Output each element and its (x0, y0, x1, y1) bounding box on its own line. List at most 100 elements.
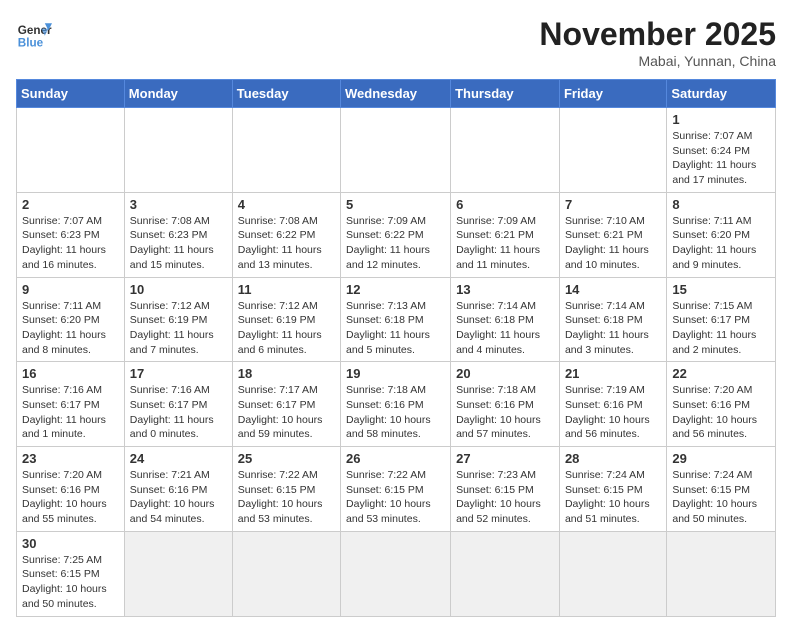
logo: General Blue (16, 16, 52, 52)
sun-info: Sunrise: 7:07 AM Sunset: 6:23 PM Dayligh… (22, 214, 119, 273)
sun-info: Sunrise: 7:21 AM Sunset: 6:16 PM Dayligh… (130, 468, 227, 527)
calendar-header-row: SundayMondayTuesdayWednesdayThursdayFrid… (17, 80, 776, 108)
day-header-thursday: Thursday (451, 80, 560, 108)
day-number: 24 (130, 451, 227, 466)
calendar-cell: 25 Sunrise: 7:22 AM Sunset: 6:15 PM Dayli… (232, 447, 340, 532)
logo-icon: General Blue (16, 16, 52, 52)
day-number: 27 (456, 451, 554, 466)
sun-info: Sunrise: 7:17 AM Sunset: 6:17 PM Dayligh… (238, 383, 335, 442)
sun-info: Sunrise: 7:14 AM Sunset: 6:18 PM Dayligh… (565, 299, 661, 358)
day-number: 8 (672, 197, 770, 212)
day-header-tuesday: Tuesday (232, 80, 340, 108)
sun-info: Sunrise: 7:19 AM Sunset: 6:16 PM Dayligh… (565, 383, 661, 442)
calendar-cell: 2 Sunrise: 7:07 AM Sunset: 6:23 PM Daylig… (17, 192, 125, 277)
calendar-week-row: 9 Sunrise: 7:11 AM Sunset: 6:20 PM Daylig… (17, 277, 776, 362)
day-header-wednesday: Wednesday (341, 80, 451, 108)
sun-info: Sunrise: 7:12 AM Sunset: 6:19 PM Dayligh… (238, 299, 335, 358)
day-header-monday: Monday (124, 80, 232, 108)
day-number: 5 (346, 197, 445, 212)
calendar-cell: 29 Sunrise: 7:24 AM Sunset: 6:15 PM Dayli… (667, 447, 776, 532)
calendar-cell: 14Sunrise: 7:14 AM Sunset: 6:18 PM Dayli… (559, 277, 666, 362)
calendar-cell: 22 Sunrise: 7:20 AM Sunset: 6:16 PM Dayli… (667, 362, 776, 447)
title-area: November 2025 Mabai, Yunnan, China (539, 16, 776, 69)
calendar-cell: 10Sunrise: 7:12 AM Sunset: 6:19 PM Dayli… (124, 277, 232, 362)
sun-info: Sunrise: 7:24 AM Sunset: 6:15 PM Dayligh… (565, 468, 661, 527)
sun-info: Sunrise: 7:09 AM Sunset: 6:22 PM Dayligh… (346, 214, 445, 273)
sun-info: Sunrise: 7:16 AM Sunset: 6:17 PM Dayligh… (22, 383, 119, 442)
calendar-cell (667, 531, 776, 616)
day-number: 29 (672, 451, 770, 466)
calendar-cell: 9 Sunrise: 7:11 AM Sunset: 6:20 PM Daylig… (17, 277, 125, 362)
calendar-cell: 19Sunrise: 7:18 AM Sunset: 6:16 PM Dayli… (341, 362, 451, 447)
day-number: 15 (672, 282, 770, 297)
calendar-cell: 13Sunrise: 7:14 AM Sunset: 6:18 PM Dayli… (451, 277, 560, 362)
calendar-week-row: 30 Sunrise: 7:25 AM Sunset: 6:15 PM Dayli… (17, 531, 776, 616)
sun-info: Sunrise: 7:24 AM Sunset: 6:15 PM Dayligh… (672, 468, 770, 527)
calendar-week-row: 16 Sunrise: 7:16 AM Sunset: 6:17 PM Dayli… (17, 362, 776, 447)
sun-info: Sunrise: 7:15 AM Sunset: 6:17 PM Dayligh… (672, 299, 770, 358)
calendar-cell: 12 Sunrise: 7:13 AM Sunset: 6:18 PM Dayli… (341, 277, 451, 362)
calendar-cell (17, 108, 125, 193)
day-header-saturday: Saturday (667, 80, 776, 108)
page-header: General Blue November 2025 Mabai, Yunnan… (16, 16, 776, 69)
location: Mabai, Yunnan, China (539, 53, 776, 69)
calendar-cell (124, 531, 232, 616)
sun-info: Sunrise: 7:22 AM Sunset: 6:15 PM Dayligh… (238, 468, 335, 527)
sun-info: Sunrise: 7:18 AM Sunset: 6:16 PM Dayligh… (346, 383, 445, 442)
day-number: 11 (238, 282, 335, 297)
calendar-cell: 8Sunrise: 7:11 AM Sunset: 6:20 PM Daylig… (667, 192, 776, 277)
svg-text:Blue: Blue (18, 37, 44, 50)
calendar-cell: 3Sunrise: 7:08 AM Sunset: 6:23 PM Daylig… (124, 192, 232, 277)
calendar-cell: 4Sunrise: 7:08 AM Sunset: 6:22 PM Daylig… (232, 192, 340, 277)
sun-info: Sunrise: 7:22 AM Sunset: 6:15 PM Dayligh… (346, 468, 445, 527)
calendar-cell: 30 Sunrise: 7:25 AM Sunset: 6:15 PM Dayli… (17, 531, 125, 616)
sun-info: Sunrise: 7:25 AM Sunset: 6:15 PM Dayligh… (22, 553, 119, 612)
day-number: 25 (238, 451, 335, 466)
calendar-cell (451, 108, 560, 193)
calendar-cell (341, 531, 451, 616)
calendar-cell: 11 Sunrise: 7:12 AM Sunset: 6:19 PM Dayli… (232, 277, 340, 362)
calendar-cell: 26 Sunrise: 7:22 AM Sunset: 6:15 PM Dayli… (341, 447, 451, 532)
day-number: 21 (565, 366, 661, 381)
calendar-cell: 21 Sunrise: 7:19 AM Sunset: 6:16 PM Dayli… (559, 362, 666, 447)
calendar-cell (124, 108, 232, 193)
sun-info: Sunrise: 7:16 AM Sunset: 6:17 PM Dayligh… (130, 383, 227, 442)
calendar-cell: 23Sunrise: 7:20 AM Sunset: 6:16 PM Dayli… (17, 447, 125, 532)
day-number: 12 (346, 282, 445, 297)
sun-info: Sunrise: 7:11 AM Sunset: 6:20 PM Dayligh… (22, 299, 119, 358)
day-number: 23 (22, 451, 119, 466)
day-header-friday: Friday (559, 80, 666, 108)
sun-info: Sunrise: 7:20 AM Sunset: 6:16 PM Dayligh… (672, 383, 770, 442)
day-number: 3 (130, 197, 227, 212)
day-number: 30 (22, 536, 119, 551)
sun-info: Sunrise: 7:13 AM Sunset: 6:18 PM Dayligh… (346, 299, 445, 358)
calendar-cell: 7Sunrise: 7:10 AM Sunset: 6:21 PM Daylig… (559, 192, 666, 277)
day-number: 9 (22, 282, 119, 297)
calendar-cell (451, 531, 560, 616)
calendar-week-row: 23Sunrise: 7:20 AM Sunset: 6:16 PM Dayli… (17, 447, 776, 532)
calendar-cell: 18Sunrise: 7:17 AM Sunset: 6:17 PM Dayli… (232, 362, 340, 447)
sun-info: Sunrise: 7:10 AM Sunset: 6:21 PM Dayligh… (565, 214, 661, 273)
sun-info: Sunrise: 7:07 AM Sunset: 6:24 PM Dayligh… (672, 129, 770, 188)
calendar-cell: 15 Sunrise: 7:15 AM Sunset: 6:17 PM Dayli… (667, 277, 776, 362)
day-header-sunday: Sunday (17, 80, 125, 108)
month-title: November 2025 (539, 16, 776, 53)
day-number: 6 (456, 197, 554, 212)
calendar-cell (341, 108, 451, 193)
day-number: 22 (672, 366, 770, 381)
sun-info: Sunrise: 7:23 AM Sunset: 6:15 PM Dayligh… (456, 468, 554, 527)
calendar-cell: 6Sunrise: 7:09 AM Sunset: 6:21 PM Daylig… (451, 192, 560, 277)
day-number: 28 (565, 451, 661, 466)
calendar-cell (232, 108, 340, 193)
sun-info: Sunrise: 7:14 AM Sunset: 6:18 PM Dayligh… (456, 299, 554, 358)
calendar-cell: 16 Sunrise: 7:16 AM Sunset: 6:17 PM Dayli… (17, 362, 125, 447)
calendar-cell: 20Sunrise: 7:18 AM Sunset: 6:16 PM Dayli… (451, 362, 560, 447)
calendar-week-row: 1Sunrise: 7:07 AM Sunset: 6:24 PM Daylig… (17, 108, 776, 193)
day-number: 16 (22, 366, 119, 381)
day-number: 26 (346, 451, 445, 466)
calendar-cell (559, 108, 666, 193)
sun-info: Sunrise: 7:08 AM Sunset: 6:22 PM Dayligh… (238, 214, 335, 273)
sun-info: Sunrise: 7:12 AM Sunset: 6:19 PM Dayligh… (130, 299, 227, 358)
day-number: 2 (22, 197, 119, 212)
calendar-cell: 24 Sunrise: 7:21 AM Sunset: 6:16 PM Dayli… (124, 447, 232, 532)
